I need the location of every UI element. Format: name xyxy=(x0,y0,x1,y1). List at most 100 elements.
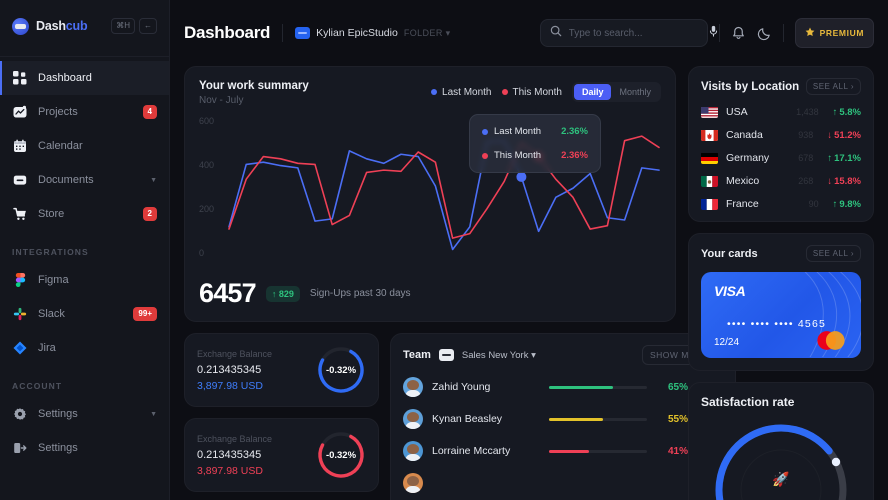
legend-this-month[interactable]: This Month xyxy=(501,87,562,98)
search-input[interactable] xyxy=(568,27,701,39)
sidebar-item-label: Projects xyxy=(38,106,78,118)
location-row[interactable]: Germany 678 ↑ 17.1% xyxy=(701,152,861,164)
legend-label: Last Month xyxy=(442,86,492,98)
member-pct: 41% xyxy=(667,445,688,457)
brand-name: Dashcub xyxy=(36,19,88,33)
sidebar-item-projects[interactable]: Projects 4 xyxy=(0,95,169,129)
chevron-down-icon[interactable]: ▼ xyxy=(150,177,157,184)
satisfaction-gauge: 🚀 xyxy=(706,415,856,500)
sidebar-badge: 4 xyxy=(142,105,157,119)
team-header: Team Sales New York ▾ SHOW MORE › xyxy=(403,345,723,365)
team-member-row[interactable]: Zahid Young 65% 420 xyxy=(403,377,723,397)
legend-last-month[interactable]: Last Month xyxy=(431,86,492,98)
location-row[interactable]: Mexico 268 ↓ 15.8% xyxy=(701,175,861,187)
tooltip-value: 2.36% xyxy=(561,150,588,161)
grid-icon xyxy=(12,70,28,86)
sidebar-item-documents[interactable]: Documents ▼ xyxy=(0,163,169,197)
location-row[interactable]: USA 1,438 ↑ 5.8% xyxy=(701,106,861,118)
team-member-row-partial[interactable] xyxy=(403,473,723,493)
location-count: 938 xyxy=(798,130,814,140)
location-row[interactable]: France 90 ↑ 9.8% xyxy=(701,198,861,210)
exchange-pct: -0.32% xyxy=(325,364,357,376)
tooltip-label: Last Month xyxy=(494,126,541,137)
chart-icon xyxy=(12,104,28,120)
exchange-info: Exchange Balance 0.213435345 3,897.98 US… xyxy=(197,434,316,477)
exchange-title: Exchange Balance xyxy=(197,348,273,359)
folder-dropdown-label[interactable]: FOLDER ▾ xyxy=(404,28,451,39)
tooltip-dot-icon xyxy=(482,152,488,159)
visits-header: Visits by Location SEE ALL › xyxy=(701,78,861,95)
avatar xyxy=(403,377,423,397)
exchange-progress-ring: -0.32% xyxy=(316,345,366,395)
shortcut-badge[interactable]: ⌘H xyxy=(111,18,135,34)
exchange-balance-card[interactable]: Exchange Balance 0.213435345 3,897.98 US… xyxy=(184,418,379,492)
visits-title: Visits by Location xyxy=(701,80,800,93)
member-progress-bar xyxy=(549,385,647,389)
location-pct: ↓ 51.2% xyxy=(827,129,861,141)
sidebar-badge: 2 xyxy=(142,207,157,221)
sidebar-item-calendar[interactable]: Calendar xyxy=(0,129,169,163)
sidebar-item-label: Settings xyxy=(38,408,78,420)
sidebar-item-logout[interactable]: Settings xyxy=(0,431,169,465)
credit-card[interactable]: VISA •••• •••• •••• 4565 12/24 xyxy=(701,272,861,358)
main-area: Dashboard Kylian EpicStudio FOLDER ▾ Typ… xyxy=(170,0,888,500)
toggle-daily[interactable]: Daily xyxy=(573,84,612,100)
figma-icon xyxy=(12,272,28,288)
location-pct: ↑ 17.1% xyxy=(827,152,861,164)
lower-row: Exchange Balance 0.213435345 3,897.98 US… xyxy=(184,333,736,500)
topbar-actions: PREMIUM xyxy=(539,18,874,48)
toggle-monthly[interactable]: Monthly xyxy=(611,84,659,100)
location-name: USA xyxy=(726,106,748,118)
sidebar-item-store[interactable]: Store 2 xyxy=(0,197,169,231)
mastercard-icon xyxy=(817,331,845,350)
satisfaction-rate-card: Satisfaction rate 🚀 xyxy=(688,382,874,500)
location-pct: ↓ 15.8% xyxy=(827,175,861,187)
avatar xyxy=(403,409,423,429)
exchange-usd: 3,897.98 USD xyxy=(197,379,263,392)
exchange-amount: 0.213435345 xyxy=(197,448,262,461)
sidebar-badge: 99+ xyxy=(133,307,157,321)
see-all-button[interactable]: SEE ALL › xyxy=(805,78,861,95)
team-selector[interactable]: Sales New York ▾ xyxy=(462,350,536,361)
chart-title-group: Your work summary Nov - July xyxy=(199,80,309,106)
chevron-down-icon[interactable]: ▼ xyxy=(150,411,157,418)
app-logo-icon xyxy=(12,17,29,35)
slack-icon xyxy=(12,306,28,322)
sidebar-item-figma[interactable]: Figma xyxy=(0,263,169,297)
location-row[interactable]: Canada 938 ↓ 51.2% xyxy=(701,129,861,141)
folder-name: Kylian EpicStudio xyxy=(316,27,398,39)
tooltip-value: 2.36% xyxy=(561,126,588,137)
bell-icon[interactable] xyxy=(731,26,746,41)
team-member-row[interactable]: Kynan Beasley 55% 411 xyxy=(403,409,723,429)
team-member-row[interactable]: Lorraine Mccarty 41% 25 xyxy=(403,441,723,461)
collapse-sidebar-icon[interactable]: ← xyxy=(139,18,157,34)
flag-germany-icon xyxy=(701,152,718,164)
y-axis: 600 400 200 0 xyxy=(199,112,225,270)
location-count: 1,438 xyxy=(796,107,819,117)
line-chart[interactable]: 600 400 200 0 Last Month 2.36% This Mont… xyxy=(199,112,661,270)
sidebar-item-jira[interactable]: Jira xyxy=(0,331,169,365)
breadcrumb[interactable]: Kylian EpicStudio FOLDER ▾ xyxy=(295,27,450,39)
sidebar-item-label: Dashboard xyxy=(38,72,92,84)
microphone-icon[interactable] xyxy=(708,24,719,42)
see-all-button[interactable]: SEE ALL › xyxy=(805,245,861,262)
location-count: 678 xyxy=(798,153,814,163)
sidebar-item-slack[interactable]: Slack 99+ xyxy=(0,297,169,331)
premium-badge[interactable]: PREMIUM xyxy=(794,18,874,48)
signups-note: Sign-Ups past 30 days xyxy=(309,288,411,299)
sidebar-item-label: Settings xyxy=(38,442,78,454)
sidebar-item-dashboard[interactable]: Dashboard xyxy=(0,61,169,95)
avatar xyxy=(403,441,423,461)
tooltip-row: Last Month 2.36% xyxy=(482,126,588,137)
y-tick: 600 xyxy=(199,116,215,126)
brand-name-accent: cub xyxy=(65,19,88,33)
exchange-balance-card[interactable]: Exchange Balance 0.213435345 3,897.98 US… xyxy=(184,333,379,407)
work-summary-card: Your work summary Nov - July Last Month … xyxy=(184,66,676,322)
search-box[interactable] xyxy=(539,19,717,47)
brand[interactable]: Dashcub ⌘H ← xyxy=(0,0,169,52)
sidebar-item-settings[interactable]: Settings ▼ xyxy=(0,397,169,431)
tooltip-dot-icon xyxy=(482,128,488,135)
moon-icon[interactable] xyxy=(757,26,772,41)
exchange-info: Exchange Balance 0.213435345 3,897.98 US… xyxy=(197,349,316,392)
range-toggle: Daily Monthly xyxy=(571,82,661,102)
